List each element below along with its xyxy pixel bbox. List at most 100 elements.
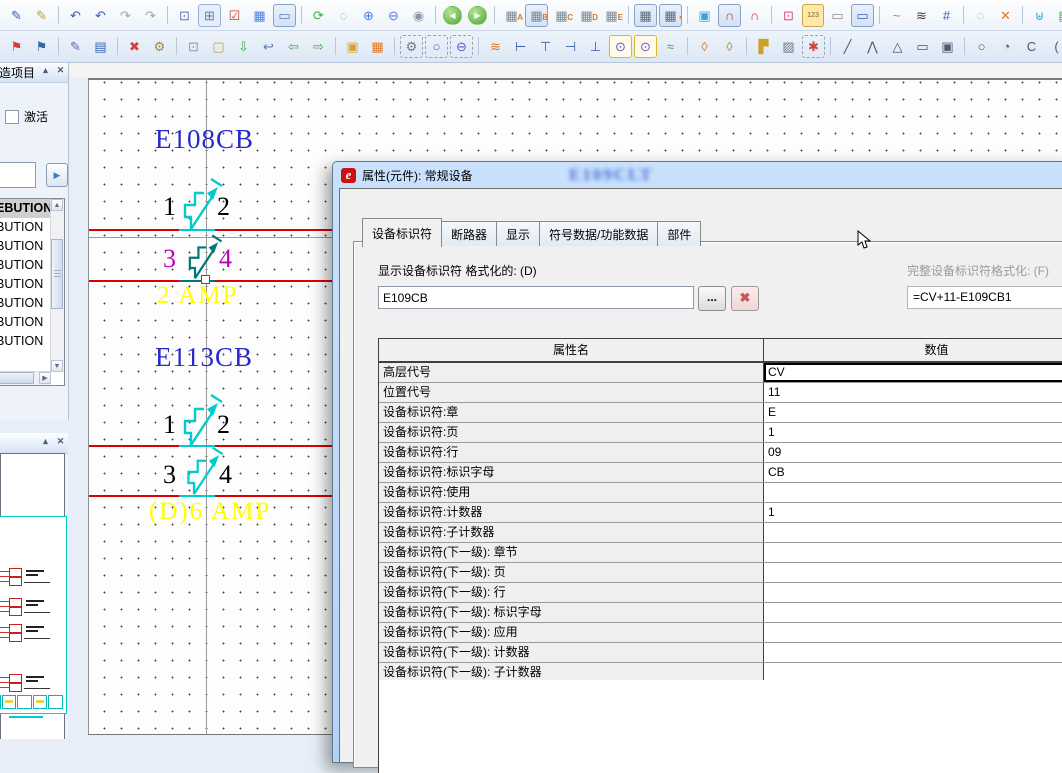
magnet-move-icon[interactable]: ∩	[743, 4, 766, 27]
field-active-icon[interactable]: ▭	[851, 4, 874, 27]
grid-c-icon[interactable]: ▦C	[550, 4, 573, 27]
project-list-item[interactable]: BUTION	[0, 237, 51, 256]
grid-b-icon[interactable]: ▦B	[525, 4, 548, 27]
zoom-out-icon[interactable]: ⊖	[382, 4, 405, 27]
draw-arc-icon[interactable]: C	[1020, 35, 1043, 58]
apply-filter-button[interactable]: ▶	[46, 163, 68, 187]
property-name-cell[interactable]: 位置代号	[379, 383, 764, 402]
project-filter-input[interactable]	[0, 162, 36, 188]
layer-box-icon[interactable]: ▛	[752, 35, 775, 58]
amp-label-e113[interactable]: (D)6 AMP	[149, 498, 271, 526]
zoom-in-icon[interactable]: ⊕	[357, 4, 380, 27]
flag-blue-icon[interactable]: ⚑	[30, 35, 53, 58]
column-header-value[interactable]: 数值	[764, 339, 1062, 361]
property-name-cell[interactable]: 设备标识符:子计数器	[379, 523, 764, 542]
draw-rect-icon[interactable]: ▭	[911, 35, 934, 58]
delete-dt-icon[interactable]: ✖	[123, 35, 146, 58]
draw-curve-icon[interactable]: (	[1045, 35, 1062, 58]
hatch-box-icon[interactable]: ▨	[777, 35, 800, 58]
scroll-up-icon[interactable]: ▲	[51, 199, 63, 211]
draw-polygon-icon[interactable]: △	[886, 35, 909, 58]
refresh-icon[interactable]: ⟳	[307, 4, 330, 27]
property-name-cell[interactable]: 设备标识符:页	[379, 423, 764, 442]
project-list-item[interactable]: EBUTION	[0, 199, 51, 218]
window-cascade-icon[interactable]: ⊡	[173, 4, 196, 27]
field-gray-icon[interactable]: ▭	[826, 4, 849, 27]
property-name-cell[interactable]: 设备标识符:使用	[379, 483, 764, 502]
vertical-scroll-thumb[interactable]	[51, 239, 63, 309]
terminals-icon[interactable]: ▦	[366, 35, 389, 58]
zoom-100-icon[interactable]: ◉	[407, 4, 430, 27]
tab-parts[interactable]: 部件	[658, 221, 701, 246]
dialog-titlebar[interactable]: e 属性(元件): 常规设备 E109CLT	[333, 162, 1062, 188]
interrupt-in-icon[interactable]: ◊	[718, 35, 741, 58]
tnode-up-icon[interactable]: ⊥	[584, 35, 607, 58]
schema-pink-icon[interactable]: ⊡	[777, 4, 800, 27]
property-name-cell[interactable]: 设备标识符:计数器	[379, 503, 764, 522]
property-value-cell[interactable]: 1	[764, 503, 1062, 522]
save-dt-icon[interactable]: ▤	[89, 35, 112, 58]
potential-off-icon[interactable]: ⊙	[634, 35, 657, 58]
property-name-cell[interactable]: 高层代号	[379, 363, 764, 382]
pin-icon[interactable]: ▴	[40, 65, 51, 76]
property-value-cell[interactable]	[764, 563, 1062, 582]
copy-page-icon[interactable]: ⊡	[182, 35, 205, 58]
conn-hash-icon[interactable]: #	[935, 4, 958, 27]
device-tag-e108cb[interactable]: E108CB	[155, 124, 254, 155]
redo-icon[interactable]: ↷	[114, 4, 137, 27]
grid-toggle-icon[interactable]: ▦	[634, 4, 657, 27]
flash-box-icon[interactable]: ✱	[802, 35, 825, 58]
project-list-item[interactable]: BUTION	[0, 275, 51, 294]
column-header-property[interactable]: 属性名	[379, 339, 764, 361]
project-list-item[interactable]: BUTION	[0, 313, 51, 332]
screen-icon[interactable]: ▭	[273, 4, 296, 27]
conn-curves-icon[interactable]: ≋	[910, 4, 933, 27]
pin-icon[interactable]: ▴	[40, 436, 51, 447]
device-tag-e113cb[interactable]: E113CB	[155, 342, 253, 373]
magnet-on-icon[interactable]: ∩	[718, 4, 741, 27]
update-node-icon[interactable]: ◌	[969, 4, 992, 27]
numbers-chip-icon[interactable]: 123	[802, 4, 824, 27]
go-forward-icon[interactable]: ▶	[468, 6, 487, 25]
pin-red-icon[interactable]: ⚑	[5, 35, 28, 58]
interrupt-out-icon[interactable]: ◊	[693, 35, 716, 58]
draw-circle-icon[interactable]: ○	[970, 35, 993, 58]
tab-symbol-function-data[interactable]: 符号数据/功能数据	[540, 221, 658, 246]
property-value-cell[interactable]: CV	[764, 363, 1062, 382]
wires-icon[interactable]: ≋	[484, 35, 507, 58]
tab-device-tag[interactable]: 设备标识符	[362, 218, 442, 247]
property-value-cell[interactable]	[764, 483, 1062, 502]
page-next-icon[interactable]: ⇨	[307, 35, 330, 58]
check-red-icon[interactable]: ☑	[223, 4, 246, 27]
parts-color-icon[interactable]: ▤	[1053, 4, 1062, 27]
edit-dt-icon[interactable]: ✎	[64, 35, 87, 58]
new-page-icon[interactable]: ▢	[207, 35, 230, 58]
conn-wave-icon[interactable]: ~	[885, 4, 908, 27]
draw-polyline-icon[interactable]: ⋀	[861, 35, 884, 58]
horizontal-scroll-thumb[interactable]	[0, 372, 34, 384]
property-value-cell[interactable]	[764, 583, 1062, 602]
settings-pair-icon[interactable]: ⚙	[400, 35, 423, 58]
stretch-icon[interactable]: ✕	[994, 4, 1017, 27]
property-name-cell[interactable]: 设备标识符(下一级): 章节	[379, 543, 764, 562]
tnode-down-icon[interactable]: ⊤	[534, 35, 557, 58]
project-list-item[interactable]: BUTION	[0, 256, 51, 275]
amp-label-e108[interactable]: 2 AMP	[157, 282, 239, 310]
grid-snap-icon[interactable]: ▦•	[659, 4, 682, 27]
close-icon[interactable]: ✕	[55, 436, 66, 447]
object-snap-icon[interactable]: ▣	[693, 4, 716, 27]
property-name-cell[interactable]: 设备标识符(下一级): 计数器	[379, 643, 764, 662]
redo-all-icon[interactable]: ↷	[139, 4, 162, 27]
format-paint-icon[interactable]: ✎	[5, 4, 28, 27]
property-value-cell[interactable]: 11	[764, 383, 1062, 402]
scroll-down-icon[interactable]: ▼	[51, 360, 63, 372]
go-back-icon[interactable]: ◀	[443, 6, 462, 25]
grid-d-icon[interactable]: ▦D	[575, 4, 598, 27]
delete-dt-button[interactable]: ✖	[731, 286, 759, 311]
page-prev-icon[interactable]: ⇦	[282, 35, 305, 58]
tree-panel-titlebar[interactable]: 改造项目 ▴ ✕	[0, 62, 68, 83]
page-return-icon[interactable]: ↩	[257, 35, 280, 58]
full-dt-value[interactable]: =CV+11-E109CB1	[907, 286, 1062, 309]
property-name-cell[interactable]: 设备标识符:标识字母	[379, 463, 764, 482]
draw-line-icon[interactable]: ╱	[836, 35, 859, 58]
